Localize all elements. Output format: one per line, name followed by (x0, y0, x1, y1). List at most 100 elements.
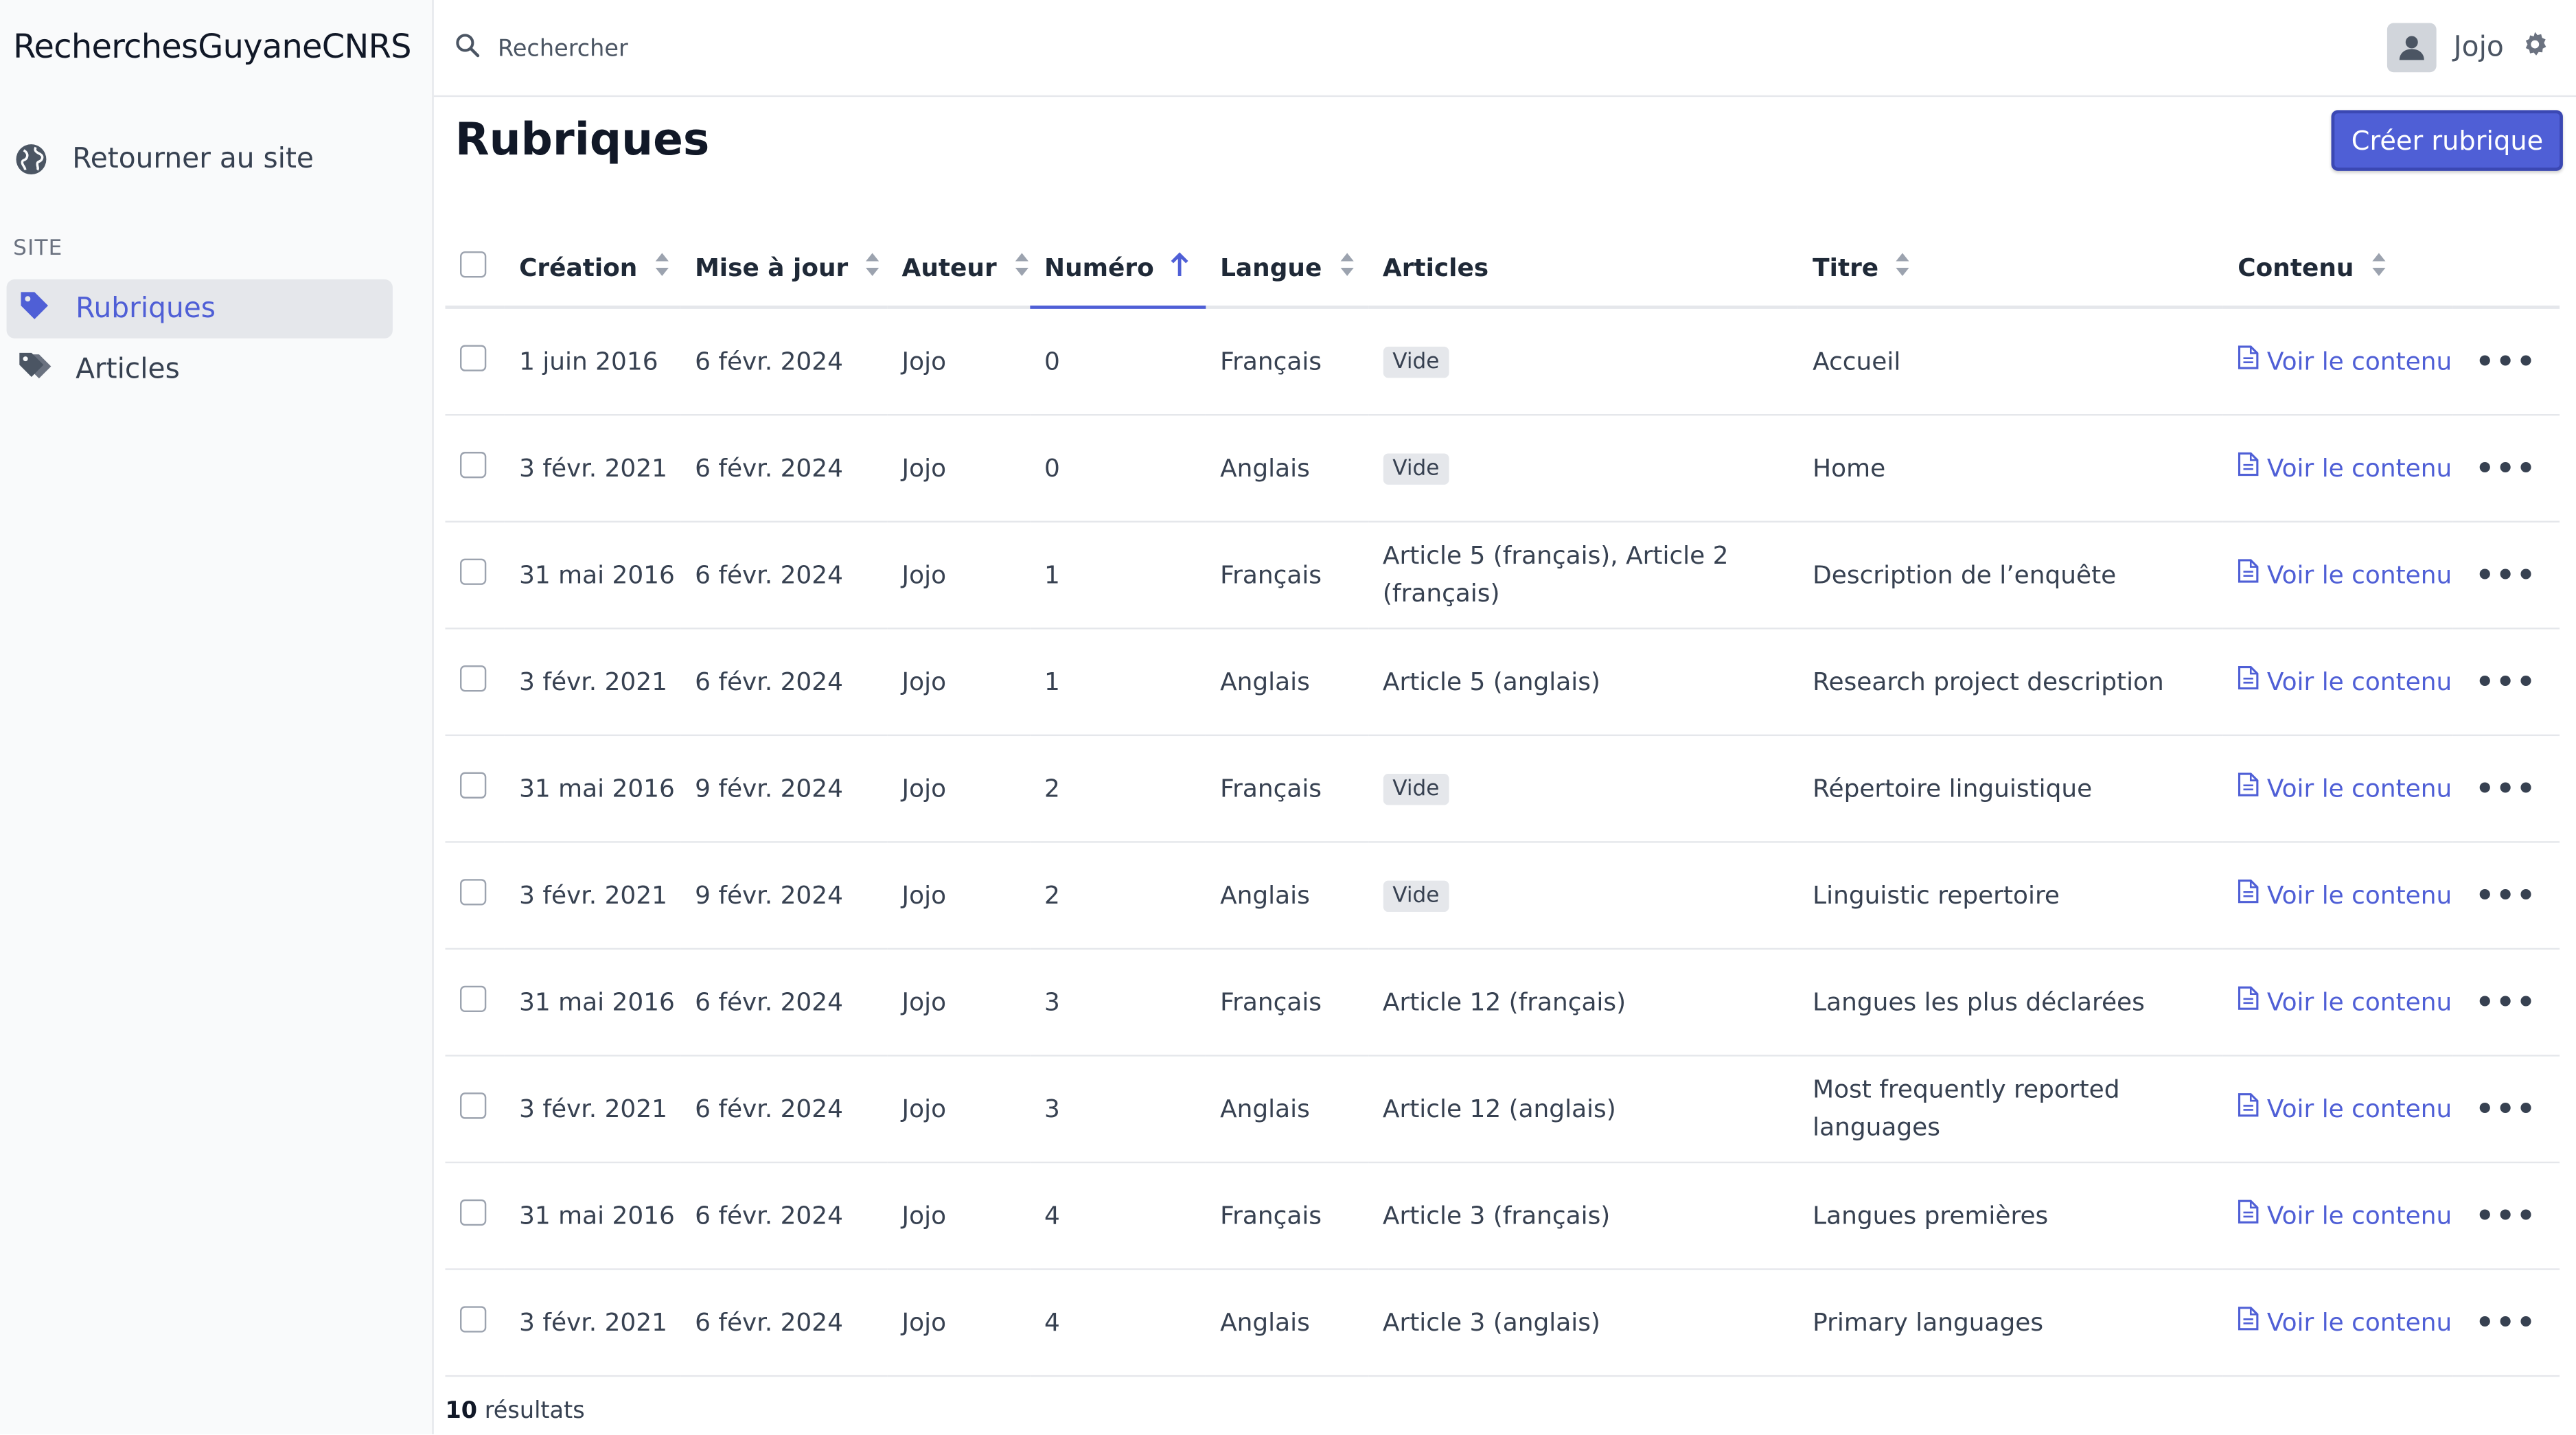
row-actions-icon[interactable]: ••• (2453, 344, 2560, 378)
cell-articles: Vide (1368, 769, 1797, 808)
topbar: Jojo (433, 0, 2576, 97)
articles-text: Article 12 (anglais) (1382, 1093, 1616, 1123)
document-icon (2238, 878, 2259, 909)
sidebar-item-articles[interactable]: Articles (7, 340, 393, 399)
view-content-label: Voir le contenu (2266, 880, 2452, 910)
sort-icon (2370, 251, 2387, 284)
cell-numero: 0 (1044, 452, 1060, 483)
view-content-label: Voir le contenu (2266, 666, 2452, 696)
view-content-link[interactable]: Voir le contenu (2238, 1197, 2452, 1235)
row-actions-icon[interactable]: ••• (2453, 878, 2560, 912)
sort-ascending-icon (1171, 251, 1191, 284)
sort-icon (1895, 251, 1911, 284)
view-content-link[interactable]: Voir le contenu (2238, 1304, 2452, 1342)
cell-mise-a-jour: 6 févr. 2024 (695, 345, 843, 376)
section-label: SITE (13, 236, 63, 262)
view-content-label: Voir le contenu (2266, 559, 2452, 589)
cell-articles: Article 5 (anglais) (1368, 663, 1797, 701)
cell-langue: Anglais (1220, 1093, 1310, 1123)
cell-mise-a-jour: 6 févr. 2024 (695, 559, 843, 589)
table-row[interactable]: 31 mai 2016 9 févr. 2024 Jojo 2 Français Vide… (445, 735, 2560, 843)
column-auteur[interactable]: Auteur (887, 230, 1030, 309)
row-checkbox[interactable] (460, 985, 487, 1013)
cell-mise-a-jour: 6 févr. 2024 (695, 1093, 843, 1123)
table-row[interactable]: 31 mai 2016 6 févr. 2024 Jojo 4 Français Arti… (445, 1162, 2560, 1270)
view-content-link[interactable]: Voir le contenu (2238, 449, 2452, 487)
column-mise-a-jour[interactable]: Mise à jour (680, 230, 888, 309)
row-checkbox[interactable] (460, 558, 487, 585)
cell-auteur: Jojo (901, 666, 947, 696)
table-row[interactable]: 3 févr. 2021 6 févr. 2024 Jojo 3 Anglais Arti… (445, 1055, 2560, 1164)
column-label: Auteur (901, 253, 997, 283)
column-langue[interactable]: Langue (1205, 230, 1368, 309)
sort-icon (864, 251, 881, 284)
table-row[interactable]: 31 mai 2016 6 févr. 2024 Jojo 3 Français Arti… (445, 948, 2560, 1057)
select-all-checkbox[interactable] (460, 251, 487, 278)
view-content-label: Voir le contenu (2266, 345, 2452, 376)
cell-auteur: Jojo (901, 772, 947, 803)
document-icon (2238, 1199, 2259, 1230)
cell-titre: Linguistic repertoire (1813, 880, 2060, 910)
row-checkbox[interactable] (460, 665, 487, 692)
cell-auteur: Jojo (901, 559, 947, 589)
view-content-link[interactable]: Voir le contenu (2238, 663, 2452, 701)
row-checkbox[interactable] (460, 772, 487, 799)
empty-badge: Vide (1382, 346, 1449, 378)
view-content-link[interactable]: Voir le contenu (2238, 1090, 2452, 1128)
table-row[interactable]: 1 juin 2016 6 févr. 2024 Jojo 0 Français Vide… (445, 307, 2560, 416)
row-actions-icon[interactable]: ••• (2453, 1092, 2560, 1126)
row-actions-icon[interactable]: ••• (2453, 771, 2560, 805)
view-content-link[interactable]: Voir le contenu (2238, 877, 2452, 915)
table-row[interactable]: 3 févr. 2021 6 févr. 2024 Jojo 0 Anglais Vide… (445, 415, 2560, 523)
column-numero[interactable]: Numéro (1029, 230, 1206, 309)
empty-badge: Vide (1382, 880, 1449, 912)
row-actions-icon[interactable]: ••• (2453, 665, 2560, 699)
row-actions-icon[interactable]: ••• (2453, 1199, 2560, 1233)
row-checkbox[interactable] (460, 1199, 487, 1226)
column-contenu[interactable]: Contenu (2222, 230, 2453, 309)
page-title: Rubriques (455, 115, 710, 166)
column-titre[interactable]: Titre (1797, 230, 2223, 309)
cell-mise-a-jour: 6 févr. 2024 (695, 666, 843, 696)
cell-creation: 3 févr. 2021 (519, 1093, 667, 1123)
cell-numero: 2 (1044, 772, 1060, 803)
results-label: résultats (484, 1398, 585, 1425)
column-articles: Articles (1368, 230, 1798, 309)
cell-langue: Anglais (1220, 880, 1310, 910)
document-icon (2238, 772, 2259, 803)
view-content-link[interactable]: Voir le contenu (2238, 983, 2452, 1021)
view-content-link[interactable]: Voir le contenu (2238, 343, 2452, 380)
admin-app: RecherchesGuyaneCNRS Retourner au site S… (0, 0, 2576, 1435)
create-rubrique-button[interactable]: Créer rubrique (2332, 110, 2563, 171)
row-actions-icon[interactable]: ••• (2453, 451, 2560, 485)
row-checkbox[interactable] (460, 345, 487, 371)
row-actions-icon[interactable]: ••• (2453, 1305, 2560, 1340)
user-menu[interactable]: Jojo (2387, 23, 2550, 73)
row-checkbox[interactable] (460, 1092, 487, 1119)
back-to-site-link[interactable]: Retourner au site (13, 141, 314, 178)
row-actions-icon[interactable]: ••• (2453, 985, 2560, 1020)
row-actions-icon[interactable]: ••• (2453, 558, 2560, 592)
search-icon (453, 31, 481, 65)
table-row[interactable]: 3 févr. 2021 6 févr. 2024 Jojo 4 Anglais Arti… (445, 1269, 2560, 1377)
table-row[interactable]: 31 mai 2016 6 févr. 2024 Jojo 1 Français Arti… (445, 521, 2560, 630)
articles-text: Article 12 (français) (1382, 986, 1626, 1017)
table-row[interactable]: 3 févr. 2021 9 févr. 2024 Jojo 2 Anglais Vide… (445, 842, 2560, 950)
gear-icon[interactable] (2520, 30, 2550, 66)
row-checkbox[interactable] (460, 879, 487, 906)
cell-mise-a-jour: 9 févr. 2024 (695, 772, 843, 803)
view-content-link[interactable]: Voir le contenu (2238, 556, 2452, 594)
cell-articles: Article 3 (français) (1368, 1197, 1797, 1235)
tag-icon (16, 287, 53, 332)
cell-titre: Home (1813, 452, 1886, 483)
cell-articles: Article 3 (anglais) (1368, 1304, 1797, 1342)
row-checkbox[interactable] (460, 1306, 487, 1333)
sidebar-item-rubriques[interactable]: Rubriques (6, 279, 393, 338)
row-checkbox[interactable] (460, 452, 487, 479)
column-creation[interactable]: Création (504, 230, 680, 309)
view-content-link[interactable]: Voir le contenu (2238, 770, 2452, 807)
table-row[interactable]: 3 févr. 2021 6 févr. 2024 Jojo 1 Anglais Arti… (445, 628, 2560, 737)
cell-titre: Répertoire linguistique (1813, 772, 2093, 803)
search-input[interactable] (498, 35, 991, 62)
results-count: 10 résultats (445, 1398, 584, 1424)
